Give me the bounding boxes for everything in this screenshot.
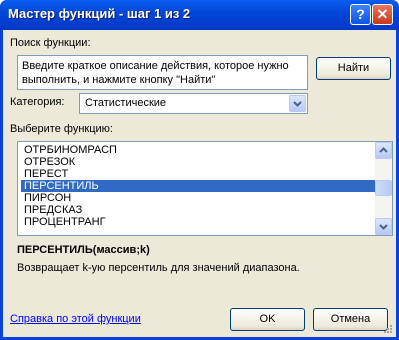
list-item[interactable]: ОТРБИНОМРАСП xyxy=(21,144,377,156)
find-button[interactable]: Найти xyxy=(316,57,391,80)
chevron-up-icon xyxy=(379,147,388,153)
help-link[interactable]: Справка по этой функции xyxy=(10,313,141,325)
dialog-window: Мастер функций - шаг 1 из 2 ? ✕ Поиск фу… xyxy=(0,0,399,340)
list-item[interactable]: ПЕРЕСТ xyxy=(21,168,377,180)
function-signature: ПЕРСЕНТИЛЬ(массив;k) xyxy=(17,244,150,256)
close-button[interactable]: ✕ xyxy=(372,4,393,25)
chevron-down-icon xyxy=(379,224,388,230)
ok-button[interactable]: OK xyxy=(230,308,305,331)
help-icon: ? xyxy=(356,6,365,22)
category-select[interactable]: Статистические xyxy=(79,93,308,114)
list-item[interactable]: ПРЕДСКАЗ xyxy=(21,204,377,216)
category-value: Статистические xyxy=(85,97,167,109)
help-button[interactable]: ? xyxy=(350,4,371,25)
scroll-down-button[interactable] xyxy=(375,218,392,235)
chevron-down-icon xyxy=(293,101,302,107)
vertical-scrollbar[interactable] xyxy=(375,142,392,235)
search-label: Поиск функции: xyxy=(10,37,91,49)
window-title: Мастер функций - шаг 1 из 2 xyxy=(8,6,191,21)
function-list[interactable]: ОТРБИНОМРАСП ОТРЕЗОК ПЕРЕСТ ПЕРСЕНТИЛЬ П… xyxy=(17,141,393,236)
functions-label: Выберите функцию: xyxy=(10,123,113,135)
list-item-selected[interactable]: ПЕРСЕНТИЛЬ xyxy=(21,180,377,192)
close-icon: ✕ xyxy=(376,6,389,22)
dropdown-arrow-button[interactable] xyxy=(289,95,306,112)
resize-grip-icon[interactable] xyxy=(383,324,393,334)
dialog-body: Поиск функции: Введите краткое описание … xyxy=(3,30,396,337)
title-bar[interactable]: Мастер функций - шаг 1 из 2 ? ✕ xyxy=(0,0,399,30)
cancel-button[interactable]: Отмена xyxy=(313,308,388,331)
category-label: Категория: xyxy=(10,96,65,108)
search-input[interactable]: Введите краткое описание действия, котор… xyxy=(17,55,308,90)
function-description: Возвращает k-ую персентиль для значений … xyxy=(17,262,300,274)
scroll-thumb[interactable] xyxy=(375,180,392,196)
scroll-up-button[interactable] xyxy=(375,142,392,159)
list-item[interactable]: ОТРЕЗОК xyxy=(21,156,377,168)
list-item[interactable]: ПРОЦЕНТРАНГ xyxy=(21,216,377,228)
list-item[interactable]: ПИРСОН xyxy=(21,192,377,204)
